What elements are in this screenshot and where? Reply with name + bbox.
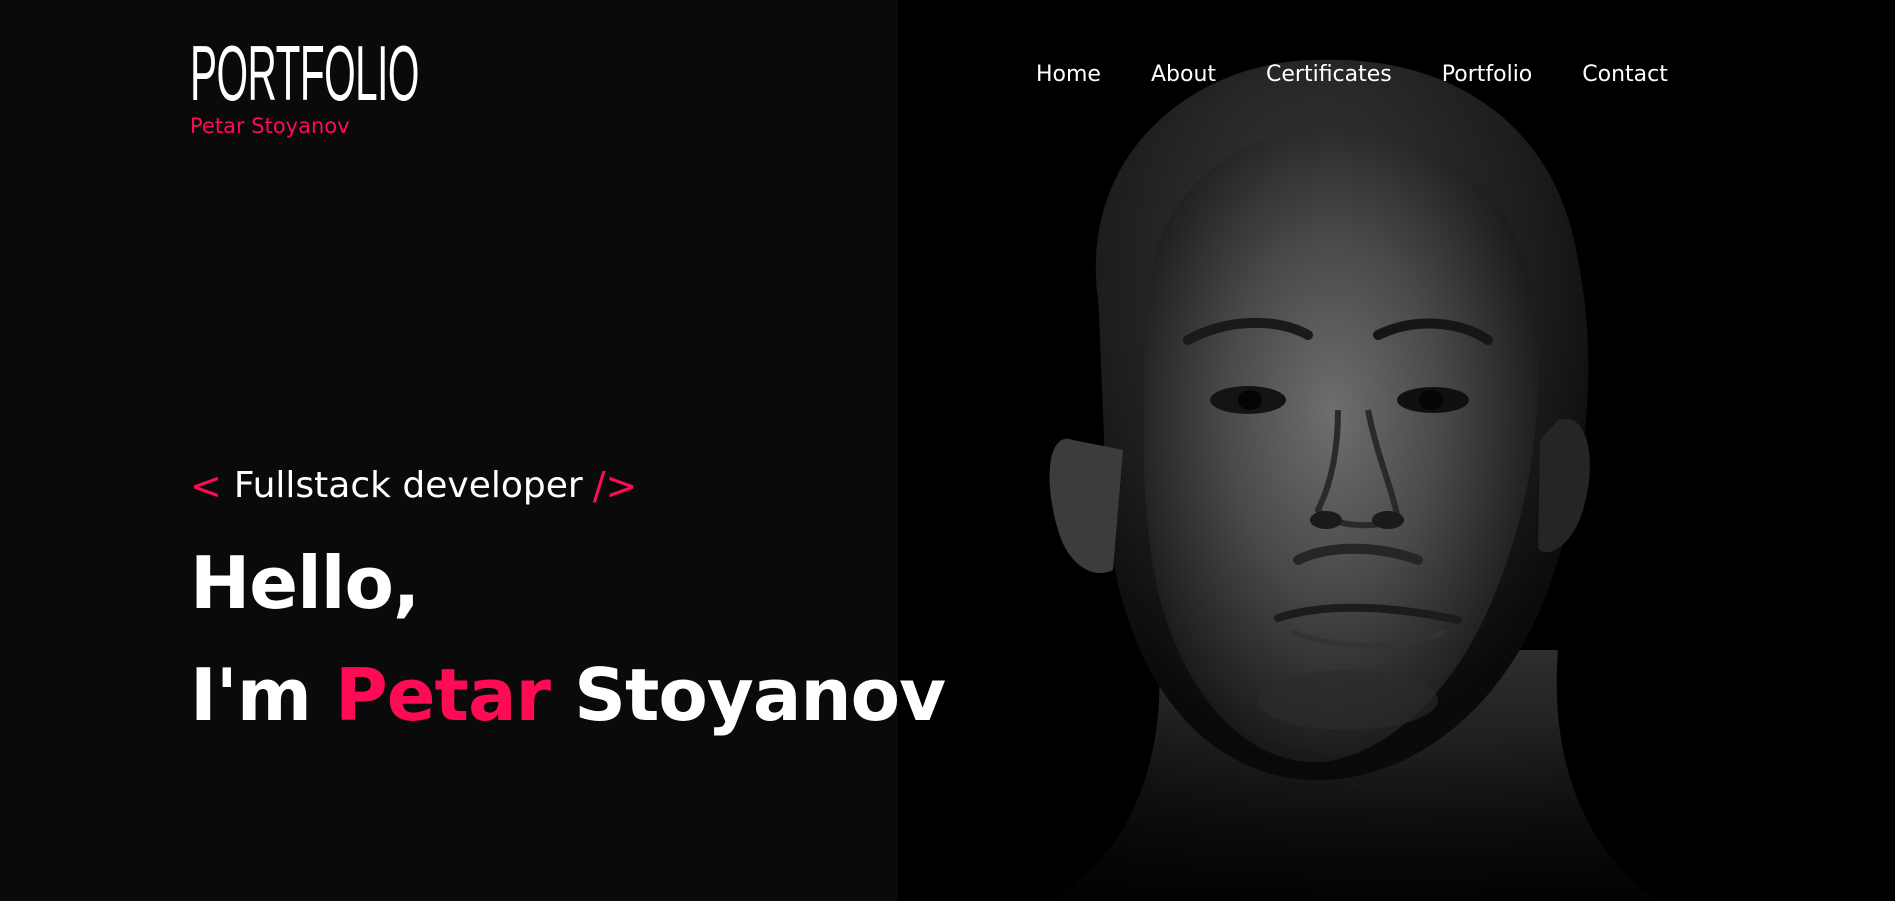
nav-certificates-link[interactable]: Certificates — [1266, 62, 1392, 87]
nav-about-link[interactable]: About — [1151, 62, 1216, 87]
role-text: Fullstack developer — [233, 465, 583, 506]
hero-intro: I'm Petar Stoyanov — [190, 650, 946, 740]
nav-portfolio-link[interactable]: Portfolio — [1442, 62, 1533, 87]
portrait-photo — [898, 0, 1895, 901]
intro-first-name: Petar — [334, 653, 551, 737]
hero-portrait-panel — [898, 0, 1895, 901]
hero-role: < Fullstack developer /> — [190, 462, 637, 510]
nav-home-link[interactable]: Home — [1036, 62, 1101, 87]
intro-last-name: Stoyanov — [574, 653, 946, 737]
bracket-close: /> — [592, 464, 638, 508]
nav-contact-link[interactable]: Contact — [1582, 62, 1668, 87]
intro-prefix: I'm — [190, 653, 312, 737]
main-nav: Home About Certificates Portfolio Contac… — [1036, 62, 1668, 87]
bracket-open: < — [190, 464, 222, 508]
logo-subtitle: Petar Stoyanov — [190, 114, 350, 138]
site-logo[interactable]: PORTFOLIO Petar Stoyanov — [190, 29, 630, 138]
logo-title: PORTFOLIO — [190, 29, 419, 117]
hero-greeting: Hello, — [190, 541, 420, 625]
page: PORTFOLIO Petar Stoyanov Home About Cert… — [0, 0, 1895, 901]
